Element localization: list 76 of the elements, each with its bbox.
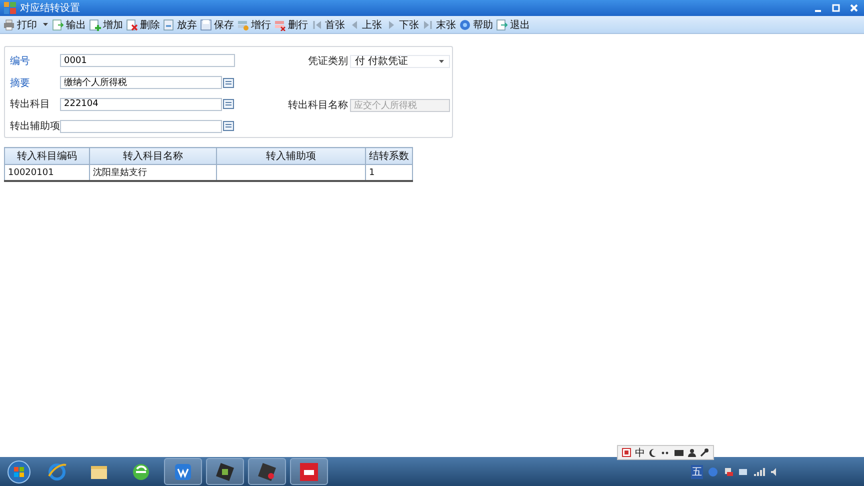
list-icon bbox=[223, 121, 234, 132]
close-icon bbox=[850, 4, 858, 12]
toolbar-button[interactable]: 删行 bbox=[273, 16, 309, 32]
lookup-button[interactable] bbox=[223, 121, 234, 132]
toolbar-button[interactable]: 上张 bbox=[347, 16, 383, 32]
ime-logo-icon bbox=[622, 448, 631, 457]
browser-icon bbox=[131, 462, 151, 482]
toolbar-button[interactable]: 打印 bbox=[2, 16, 50, 32]
document-undo-icon bbox=[163, 18, 175, 30]
add-row-icon bbox=[237, 18, 249, 30]
keyboard-icon bbox=[674, 448, 684, 456]
delete-row-icon bbox=[274, 18, 286, 30]
toolbar-button[interactable]: 增行 bbox=[236, 16, 272, 32]
flag-icon bbox=[723, 466, 733, 476]
app-icon bbox=[173, 462, 193, 482]
chip-icon bbox=[257, 462, 277, 482]
signal-icon bbox=[753, 466, 765, 476]
network-icon bbox=[738, 466, 748, 476]
list-icon bbox=[223, 78, 234, 88]
lookup-button[interactable] bbox=[223, 78, 234, 88]
table-cell: 沈阳皇姑支行 bbox=[90, 164, 216, 181]
first-icon bbox=[311, 18, 323, 30]
toolbar-button[interactable]: 末张 bbox=[421, 16, 457, 32]
toolbar-button[interactable]: 保存 bbox=[199, 16, 235, 32]
field-label: 凭证类别 bbox=[308, 54, 348, 68]
taskbar-app[interactable] bbox=[290, 458, 328, 485]
document-plus-icon bbox=[89, 18, 101, 30]
field-label: 编号 bbox=[10, 54, 31, 68]
ime-mode[interactable]: 中 bbox=[635, 446, 645, 460]
user-icon bbox=[688, 448, 696, 457]
taskbar-app[interactable] bbox=[206, 458, 244, 485]
toolbar-button[interactable]: 删除 bbox=[125, 16, 161, 32]
printer-icon bbox=[3, 18, 15, 30]
document-delete-icon bbox=[126, 18, 138, 30]
toolbar-button[interactable]: 下张 bbox=[384, 16, 420, 32]
maximize-icon bbox=[832, 4, 840, 12]
toolbar-button[interactable]: 放弃 bbox=[162, 16, 198, 32]
taskbar-app[interactable] bbox=[164, 458, 202, 485]
help-icon bbox=[708, 466, 718, 476]
table-cell: 1 bbox=[366, 164, 412, 181]
caret-icon bbox=[438, 58, 445, 64]
toolbar-button[interactable]: 输出 bbox=[51, 16, 87, 32]
column-header: 结转系数 bbox=[366, 148, 412, 164]
window-title: 对应结转设置 bbox=[20, 2, 80, 15]
maximize-button[interactable] bbox=[830, 2, 842, 14]
dropdown[interactable]: 付 付款凭证 bbox=[350, 54, 450, 68]
toolbar-button[interactable]: 首张 bbox=[310, 16, 346, 32]
field-label: 转出辅助项 bbox=[10, 120, 60, 134]
field-label: 转出科目 bbox=[10, 98, 51, 112]
close-button[interactable] bbox=[848, 2, 860, 14]
ime-indicator[interactable]: 五 bbox=[691, 464, 703, 478]
table-cell: 10020101 bbox=[4, 164, 90, 181]
toolbar-button[interactable]: 增加 bbox=[88, 16, 124, 32]
input-field[interactable] bbox=[60, 120, 222, 133]
wrench-icon bbox=[700, 448, 709, 457]
taskbar-app[interactable] bbox=[248, 458, 286, 485]
column-header: 转入科目编码 bbox=[4, 148, 90, 164]
browser-icon bbox=[47, 462, 67, 482]
column-header: 转入辅助项 bbox=[216, 148, 366, 164]
app-icon bbox=[299, 462, 319, 482]
app-icon bbox=[4, 2, 16, 14]
field-label: 摘要 bbox=[10, 76, 31, 90]
toolbar-button[interactable]: 帮助 bbox=[458, 16, 494, 32]
list-icon bbox=[223, 99, 234, 110]
input-field[interactable]: 222104 bbox=[60, 98, 222, 111]
caret-icon bbox=[42, 22, 49, 27]
lookup-button[interactable] bbox=[223, 99, 234, 110]
field-label: 转出科目名称 bbox=[288, 98, 348, 112]
help-icon bbox=[459, 18, 471, 30]
column-header: 转入科目名称 bbox=[90, 148, 216, 164]
input-field[interactable]: 缴纳个人所得税 bbox=[60, 76, 222, 90]
toolbar-button[interactable]: 退出 bbox=[495, 16, 531, 32]
exit-icon bbox=[496, 18, 508, 30]
input-field[interactable]: 0001 bbox=[60, 54, 235, 68]
last-icon bbox=[422, 18, 434, 30]
moon-icon bbox=[649, 448, 657, 457]
